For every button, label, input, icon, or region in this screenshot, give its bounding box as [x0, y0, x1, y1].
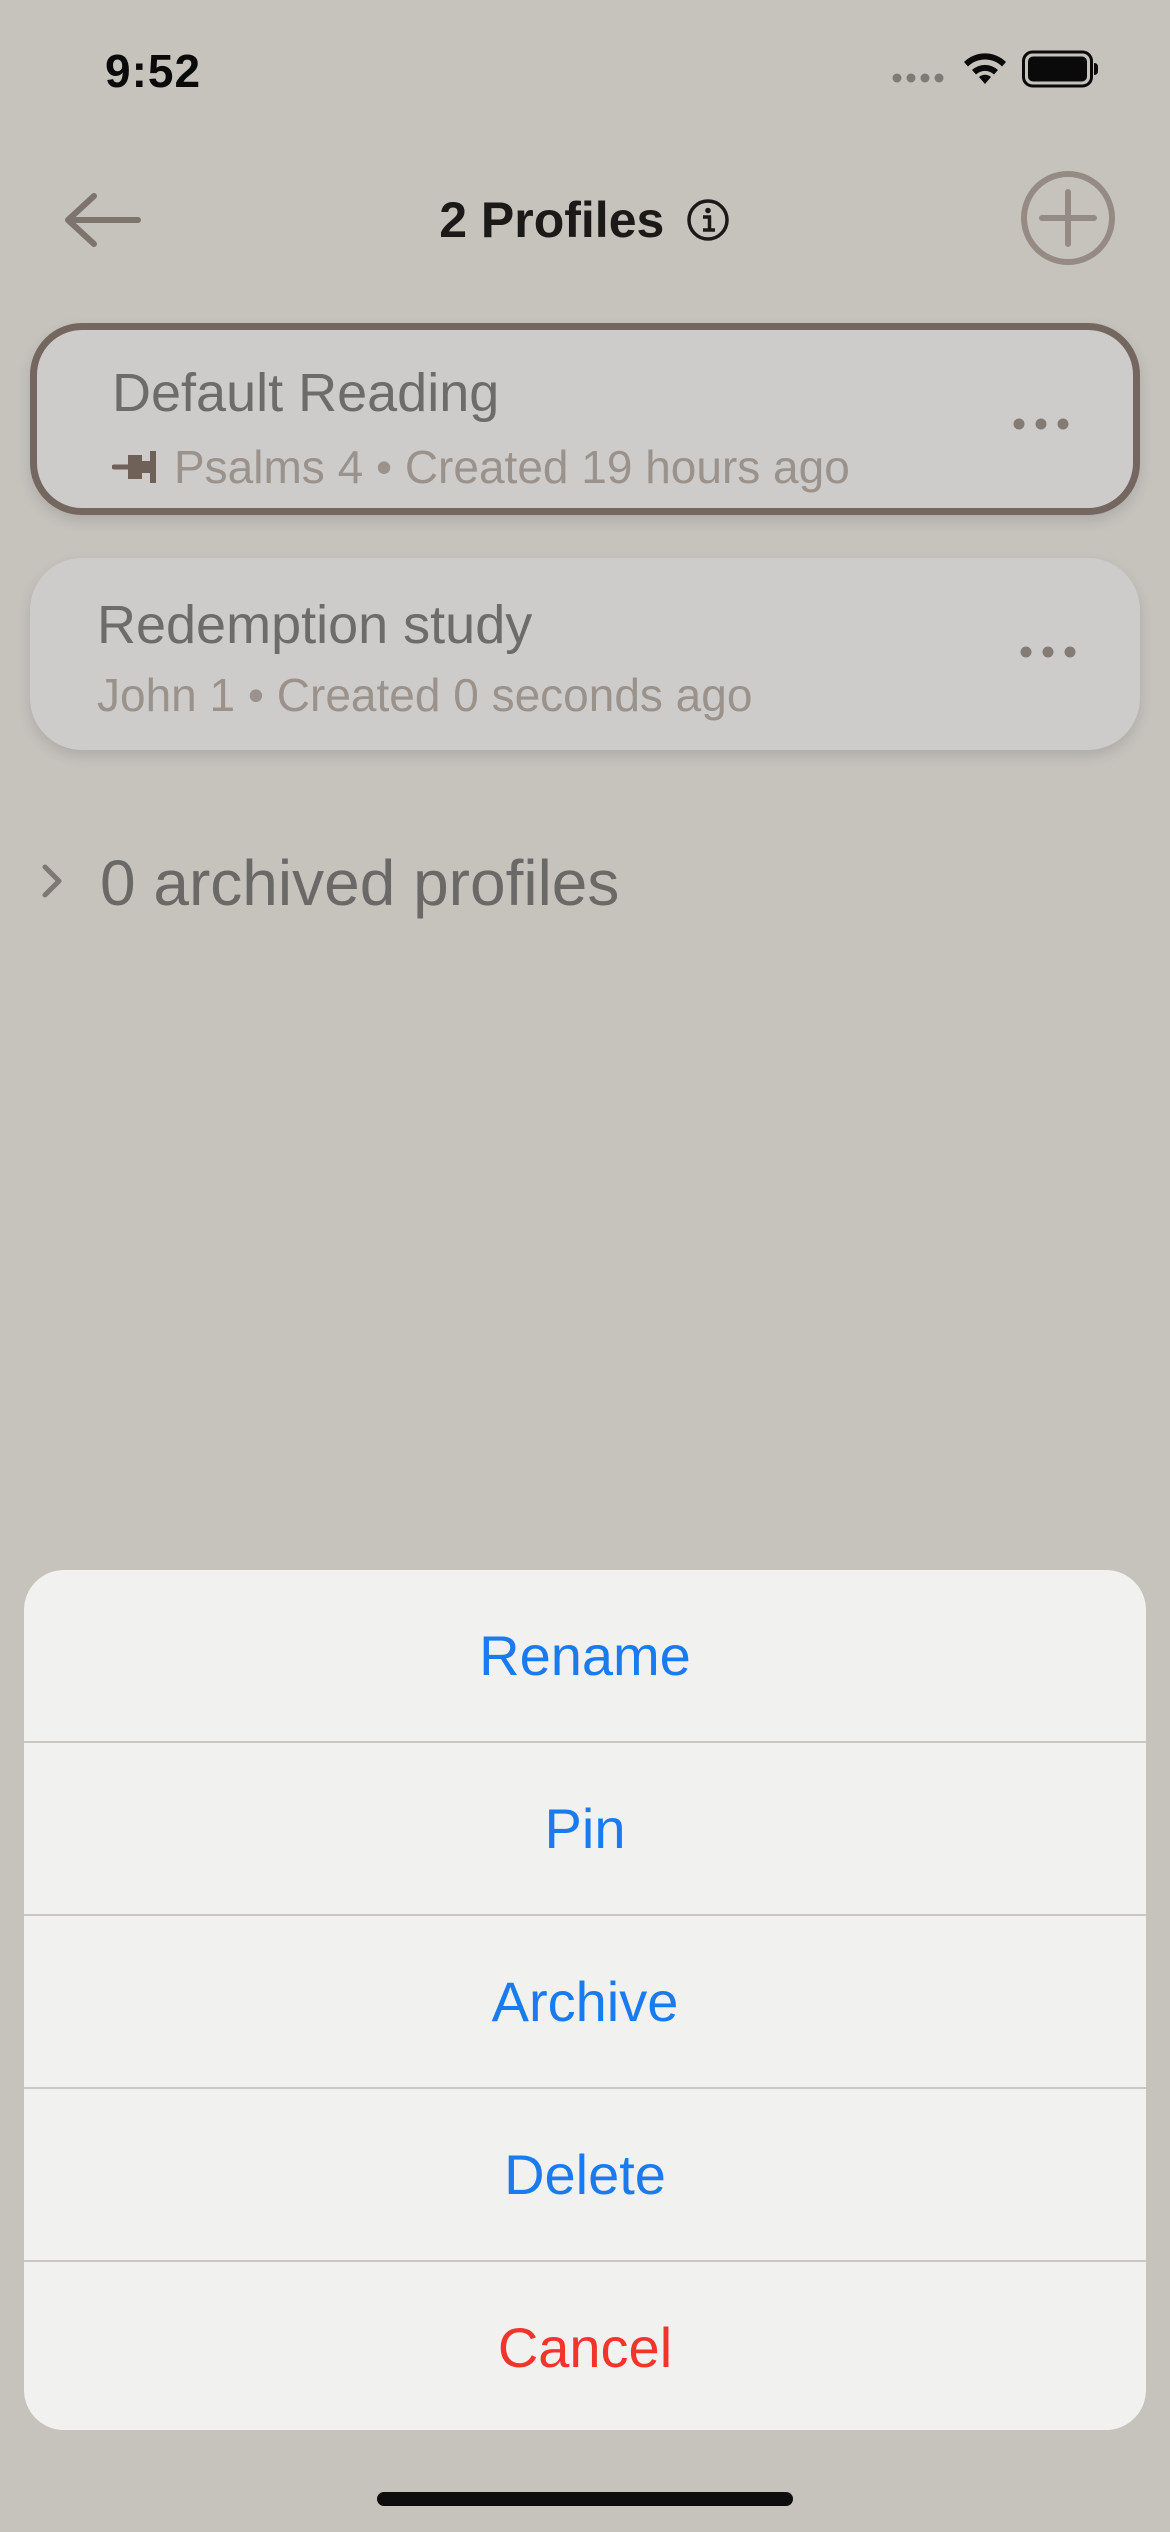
status-bar: 9:52 — [0, 0, 1170, 140]
more-options-button[interactable] — [1011, 404, 1071, 444]
status-time: 9:52 — [105, 45, 202, 97]
home-indicator[interactable] — [377, 2492, 793, 2506]
more-options-button[interactable] — [1018, 632, 1078, 672]
page-title: 2 Profiles — [439, 192, 665, 248]
ellipsis-icon — [1020, 646, 1076, 658]
profile-subtitle: Psalms 4 • Created 19 hours ago — [174, 441, 850, 493]
nav-title-wrap: 2 Profiles — [0, 190, 1170, 250]
battery-icon — [1022, 50, 1098, 88]
wifi-icon — [964, 53, 1006, 84]
ellipsis-icon — [1013, 418, 1069, 430]
profile-subtitle-row: Psalms 4 • Created 19 hours ago — [111, 440, 850, 494]
profile-title: Redemption study — [97, 595, 533, 655]
nav-bar: 2 Profiles — [0, 160, 1170, 280]
archived-profiles-toggle[interactable]: 0 archived profiles — [36, 840, 736, 920]
rename-button[interactable]: Rename — [24, 1570, 1146, 1743]
archive-button[interactable]: Archive — [24, 1916, 1146, 2089]
action-sheet: Rename Pin Archive Delete Cancel — [24, 1570, 1146, 2430]
pin-icon — [111, 444, 160, 484]
info-icon[interactable] — [685, 197, 731, 243]
add-profile-button[interactable] — [1018, 168, 1118, 268]
profile-title: Default Reading — [112, 363, 500, 423]
delete-button[interactable]: Delete — [24, 2089, 1146, 2262]
add-circle-icon — [1021, 171, 1115, 265]
cancel-button[interactable]: Cancel — [24, 2262, 1146, 2430]
pin-button[interactable]: Pin — [24, 1743, 1146, 1916]
profile-card-default-reading[interactable]: Default Reading Psalms 4 • Created 19 ho… — [30, 323, 1140, 515]
archived-profiles-label: 0 archived profiles — [100, 847, 620, 919]
profile-subtitle: John 1 • Created 0 seconds ago — [97, 669, 753, 721]
cellular-signal-icon — [892, 73, 944, 83]
chevron-right-icon — [42, 864, 62, 898]
profile-card-redemption-study[interactable]: Redemption study John 1 • Created 0 seco… — [30, 558, 1140, 750]
